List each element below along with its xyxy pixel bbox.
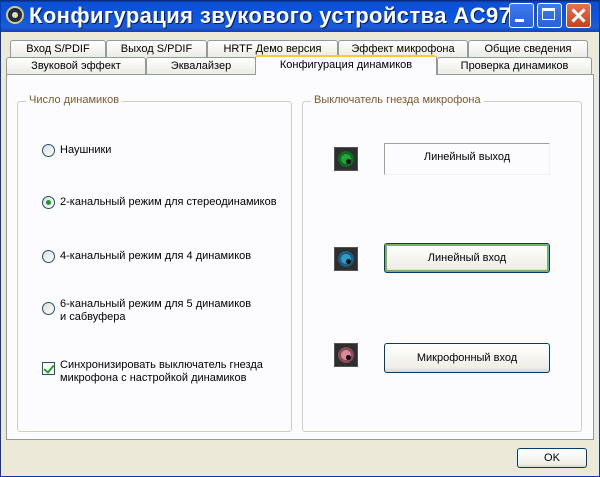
close-button[interactable] — [566, 3, 591, 28]
four-channel-radio[interactable] — [42, 250, 55, 263]
tab-spdif-in[interactable]: Вход S/PDIF — [10, 40, 106, 57]
mic-in-jack-icon — [334, 343, 358, 367]
sync-mic-jack-label[interactable]: Синхронизировать выключатель гнезда микр… — [60, 359, 265, 385]
speaker-app-icon — [6, 6, 24, 24]
two-channel-radio[interactable] — [42, 196, 55, 209]
line-out-jack-icon — [334, 147, 358, 171]
speaker-count-group: Число динамиков Наушники 2-канальный реж… — [17, 94, 292, 432]
dialog-window: Конфигурация звукового устройства AC97 В… — [0, 0, 600, 477]
ok-button[interactable]: OK — [517, 448, 587, 468]
tab-speaker-test[interactable]: Проверка динамиков — [437, 57, 592, 74]
headphones-radio[interactable] — [42, 144, 55, 157]
line-out-indicator: Линейный выход — [384, 143, 550, 175]
tab-spdif-out[interactable]: Выход S/PDIF — [106, 40, 207, 57]
mic-jack-switch-group: Выключатель гнезда микрофона Линейный вы… — [302, 94, 582, 432]
sync-mic-jack-checkbox[interactable] — [42, 362, 55, 375]
tab-equalizer[interactable]: Эквалайзер — [146, 57, 256, 74]
speaker-config-panel: Число динамиков Наушники 2-канальный реж… — [6, 74, 594, 440]
four-channel-label[interactable]: 4-канальный режим для 4 динамиков — [60, 250, 251, 263]
line-in-button[interactable]: Линейный вход — [384, 243, 550, 273]
six-channel-label[interactable]: 6-канальный режим для 5 динамиков и сабв… — [60, 298, 260, 324]
line-in-jack-icon — [334, 247, 358, 271]
tab-general-info[interactable]: Общие сведения — [468, 40, 588, 57]
headphones-label[interactable]: Наушники — [60, 144, 111, 157]
minimize-button[interactable] — [509, 3, 534, 28]
six-channel-radio[interactable] — [42, 302, 55, 315]
maximize-button[interactable] — [537, 3, 562, 28]
tab-speaker-config[interactable]: Конфигурация динамиков — [255, 55, 437, 75]
mic-in-button[interactable]: Микрофонный вход — [384, 343, 550, 373]
speaker-count-group-title: Число динамиков — [26, 94, 123, 106]
window-title: Конфигурация звукового устройства AC97 — [29, 3, 512, 28]
mic-jack-switch-group-title: Выключатель гнезда микрофона — [311, 94, 484, 106]
title-bar[interactable]: Конфигурация звукового устройства AC97 — [1, 0, 599, 32]
two-channel-label[interactable]: 2-канальный режим для стереодинамиков — [60, 196, 277, 209]
tab-sound-effect[interactable]: Звуковой эффект — [6, 57, 146, 74]
